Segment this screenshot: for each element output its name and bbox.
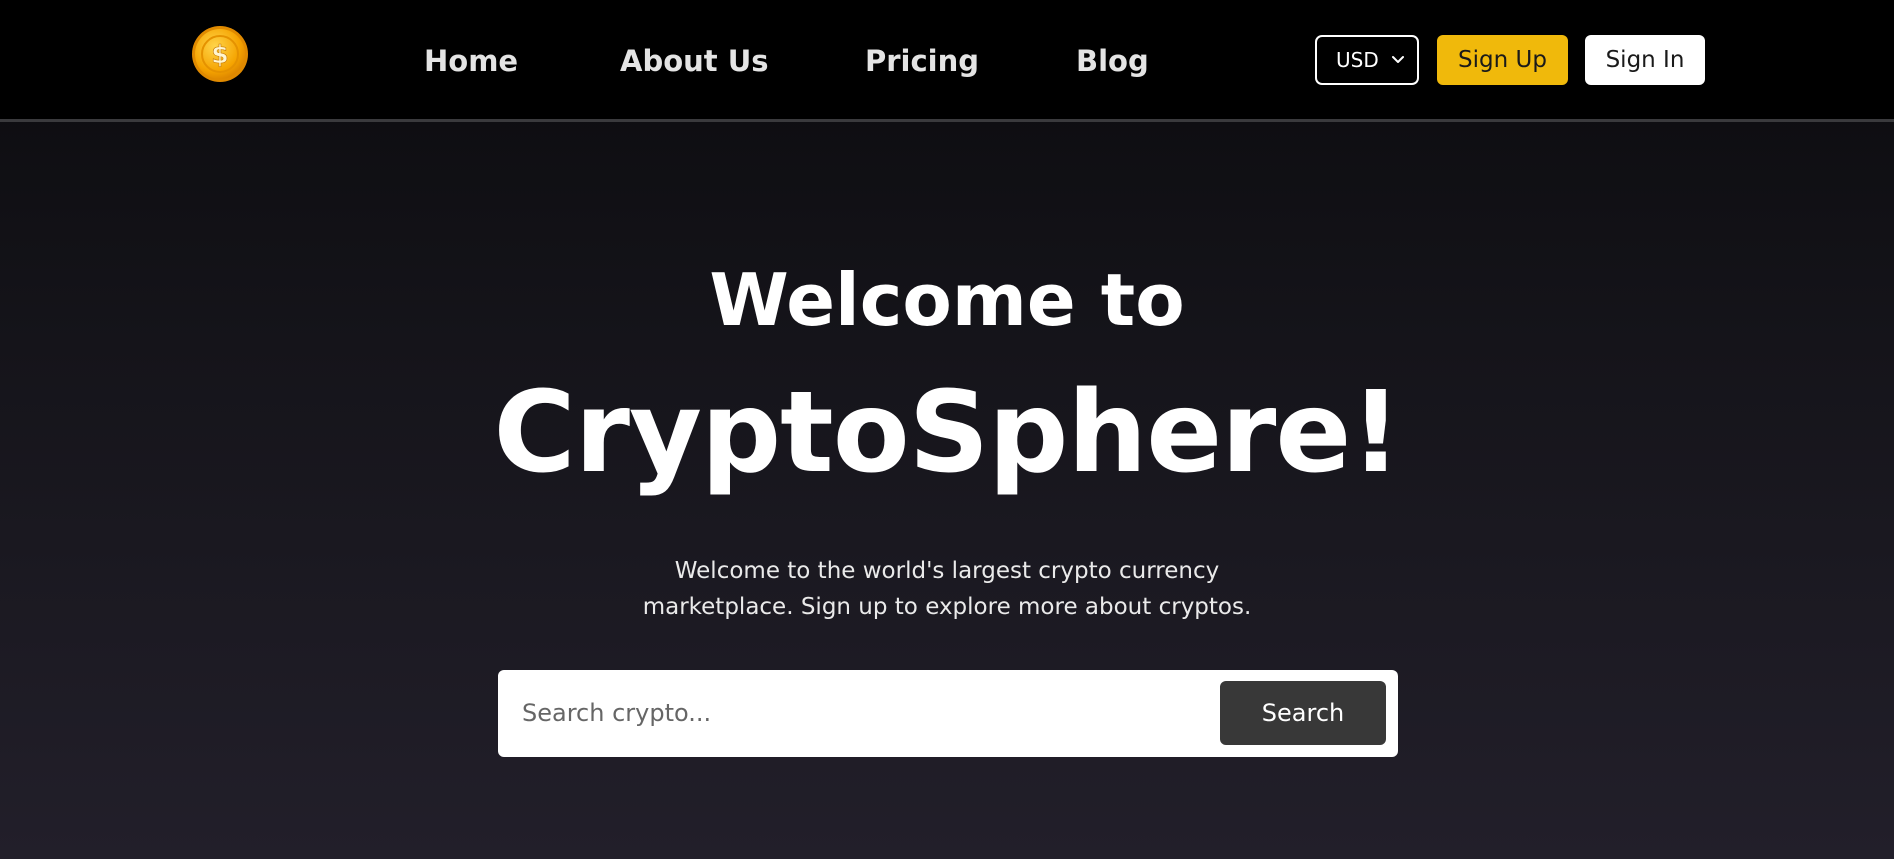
currency-select[interactable]: USD — [1315, 35, 1419, 85]
search-form: Search — [498, 670, 1398, 757]
search-button[interactable]: Search — [1220, 681, 1386, 745]
navbar: $ Home About Us Pricing Blog USD Sign Up… — [0, 0, 1894, 122]
search-input[interactable] — [522, 688, 1202, 738]
logo[interactable]: $ — [191, 25, 249, 83]
nav-link-about-us[interactable]: About Us — [620, 36, 769, 86]
nav-link-pricing[interactable]: Pricing — [865, 36, 979, 86]
hero-subtitle: Welcome to the world's largest crypto cu… — [642, 558, 1252, 620]
hero-title-brand: CryptoSphere! — [493, 368, 1402, 498]
sign-in-button[interactable]: Sign In — [1585, 35, 1705, 85]
dollar-coin-icon: $ — [192, 26, 248, 82]
nav-link-blog[interactable]: Blog — [1076, 36, 1149, 86]
nav-link-home[interactable]: Home — [424, 36, 518, 86]
sign-up-button[interactable]: Sign Up — [1437, 35, 1568, 85]
currency-selected-value: USD — [1336, 48, 1379, 72]
chevron-down-icon — [1392, 56, 1404, 63]
hero-title-line1: Welcome to — [709, 258, 1185, 342]
svg-text:$: $ — [211, 40, 228, 69]
